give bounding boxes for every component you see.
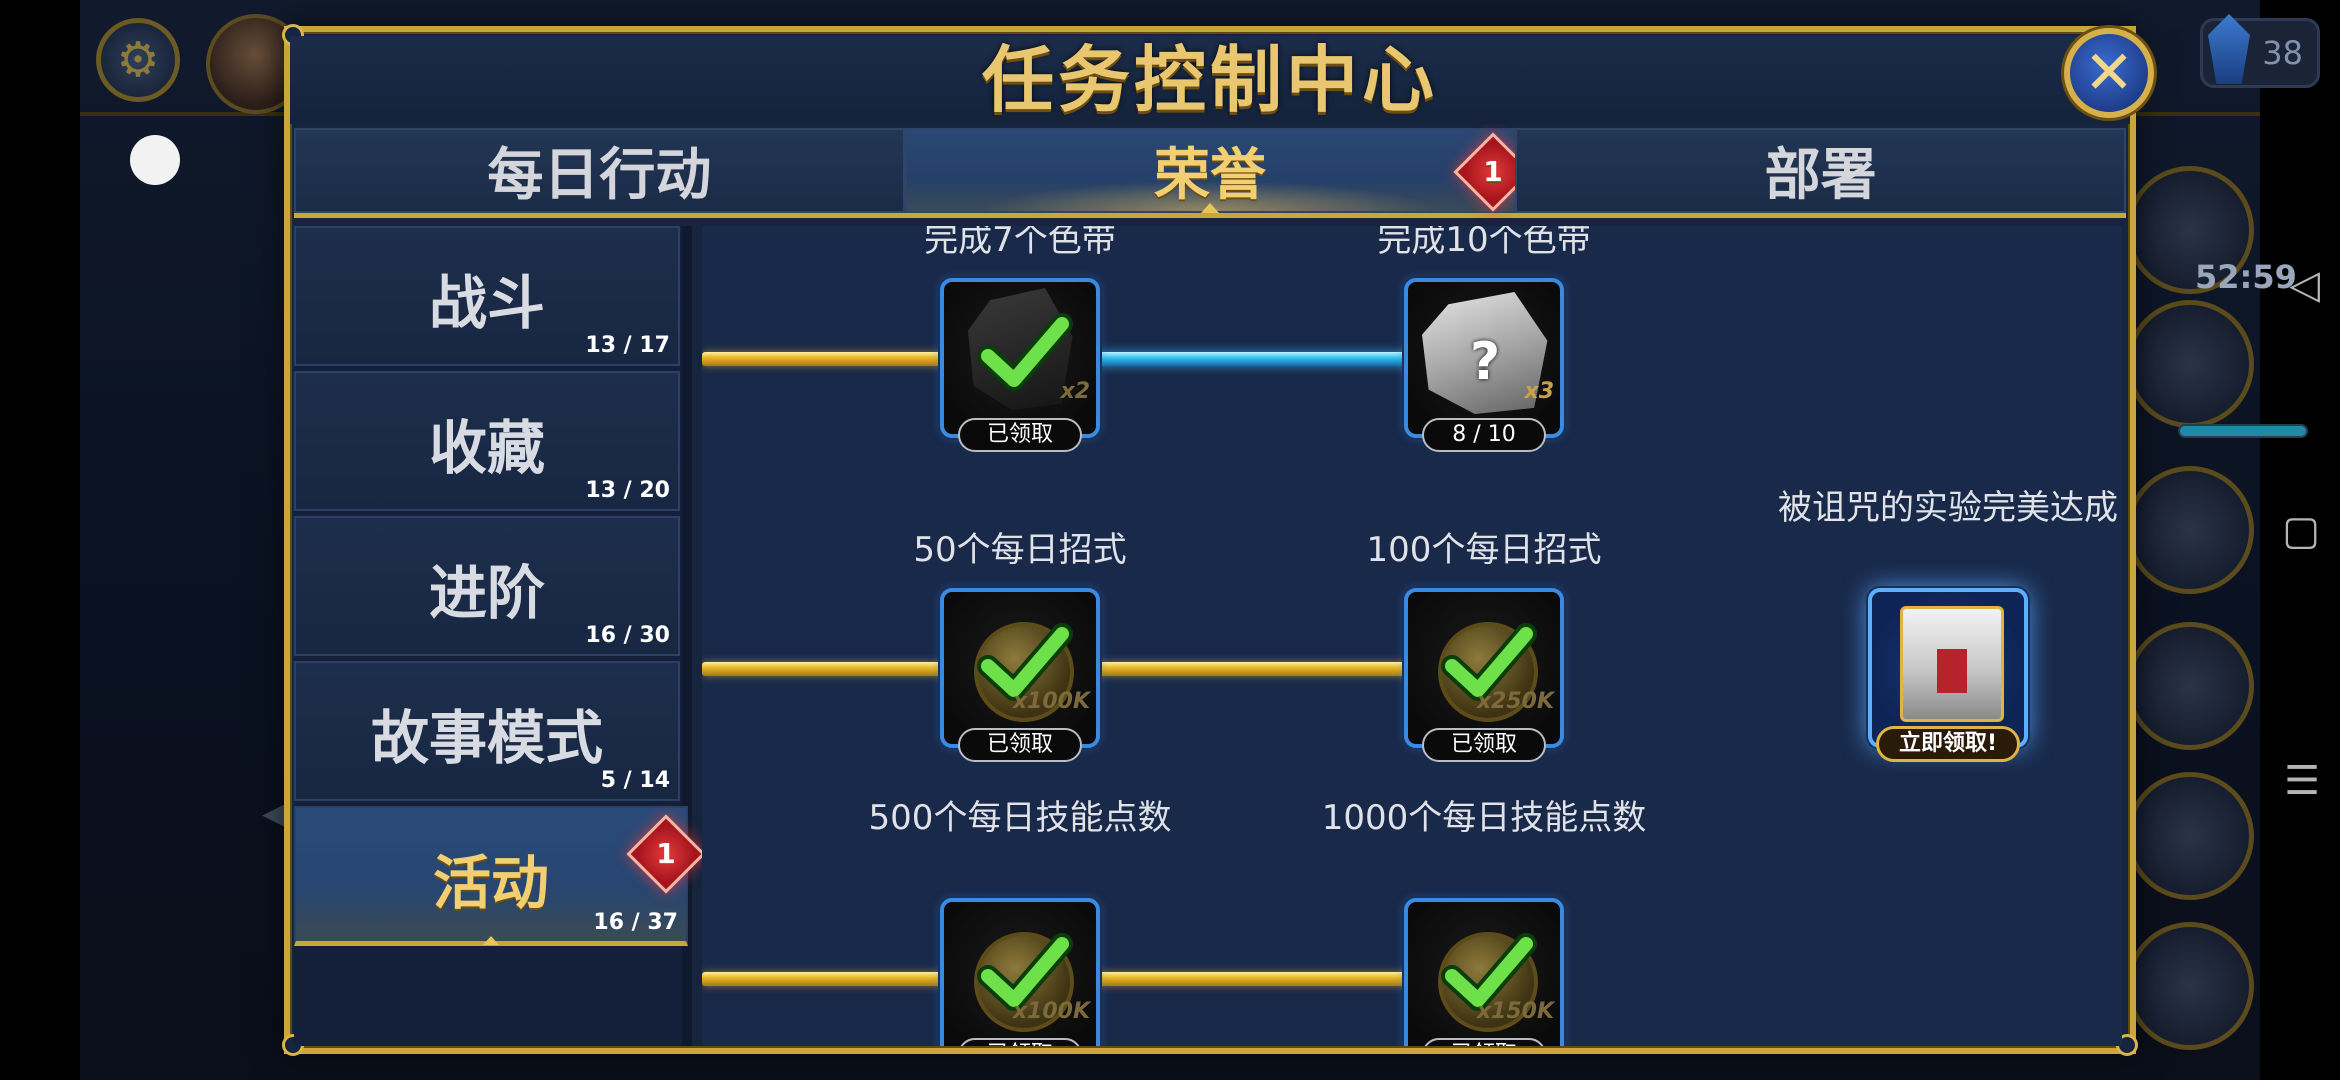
shield-icon[interactable] xyxy=(2126,922,2254,1050)
claim-now-button[interactable]: 立即领取! xyxy=(1876,726,2020,762)
reward-title: 完成10个色带 xyxy=(1377,226,1591,260)
reward-title: 完成7个色带 xyxy=(924,226,1116,260)
checkmark-icon xyxy=(977,313,1073,391)
question-mark-icon: ? xyxy=(1470,332,1501,392)
progress-track-gold xyxy=(702,662,942,676)
reward-status: 已领取 xyxy=(958,1038,1082,1046)
close-button[interactable]: ✕ xyxy=(2064,28,2154,118)
gem-count: 38 xyxy=(2262,34,2303,72)
reward-title: 500个每日技能点数 xyxy=(868,798,1172,838)
reward-multiplier: x100K xyxy=(1012,689,1090,714)
category-progress: 13 / 20 xyxy=(585,478,670,503)
reward-multiplier: x150K xyxy=(1476,999,1554,1024)
category-label: 活动 xyxy=(432,849,549,917)
nav-menu-icon[interactable]: ☰ xyxy=(2284,758,2320,804)
side-character-portrait-3[interactable] xyxy=(2126,466,2254,594)
reward-status: 已领取 xyxy=(958,728,1082,762)
tab-deploy[interactable]: 部署 xyxy=(1515,128,2127,213)
category-label: 战斗 xyxy=(428,269,545,337)
category-progress: 16 / 37 xyxy=(593,910,678,935)
progress-track-gold xyxy=(702,972,942,986)
category-progress: 16 / 30 xyxy=(585,623,670,648)
category-advancement[interactable]: 进阶 16 / 30 xyxy=(294,516,680,656)
category-label: 收藏 xyxy=(428,414,545,482)
dialog-title: 任务控制中心 xyxy=(290,36,2130,124)
side-character-portrait-2[interactable] xyxy=(2126,300,2254,428)
close-icon: ✕ xyxy=(2083,38,2135,108)
event-timer: 52:59 xyxy=(2195,258,2297,296)
category-sidebar: 战斗 13 / 17 收藏 13 / 20 进阶 16 / 30 故事模式 5 … xyxy=(294,226,706,1046)
category-label: 故事模式 xyxy=(370,704,603,772)
category-label: 进阶 xyxy=(428,559,545,627)
mission-control-dialog: 任务控制中心 ✕ 每日行动 荣誉 1 部署 战斗 13 / 17 收藏 13 /… xyxy=(282,24,2154,1056)
screen-bezel-left xyxy=(0,0,80,1080)
tab-honor[interactable]: 荣誉 1 xyxy=(904,128,1533,213)
achievement-track-area[interactable]: 完成7个色带 x2 已领取 完成10个色带 ? x3 8 / 10 50个每日招… xyxy=(702,226,2122,1046)
chest-icon xyxy=(1900,606,2004,722)
progress-track-gold xyxy=(702,352,942,366)
vault-icon[interactable] xyxy=(2126,622,2254,750)
category-battle[interactable]: 战斗 13 / 17 xyxy=(294,226,680,366)
reward-box: x100K xyxy=(940,588,1100,748)
reward-title: 50个每日招式 xyxy=(913,530,1127,570)
settings-gear-icon[interactable]: ⚙ xyxy=(96,18,180,102)
progress-track-gold xyxy=(1098,972,1414,986)
reward-box: x150K xyxy=(1404,898,1564,1046)
reward-title: 100个每日招式 xyxy=(1366,530,1602,570)
reward-box: x100K xyxy=(940,898,1100,1046)
category-collection[interactable]: 收藏 13 / 20 xyxy=(294,371,680,511)
floating-assist-dot[interactable] xyxy=(130,135,180,185)
category-events[interactable]: 活动 16 / 37 1 xyxy=(294,806,706,946)
nav-back-icon[interactable]: ◁ xyxy=(2289,262,2320,308)
side-progress-bar xyxy=(2178,424,2308,438)
reward-multiplier: x2 xyxy=(1060,379,1091,404)
category-progress: 5 / 14 xyxy=(600,768,670,793)
reward-progress: 8 / 10 xyxy=(1422,418,1546,452)
reward-status: 已领取 xyxy=(958,418,1082,452)
reward-box: x2 xyxy=(940,278,1100,438)
reward-multiplier: x250K xyxy=(1476,689,1554,714)
reward-title: 1000个每日技能点数 xyxy=(1321,798,1647,838)
tab-label: 荣誉 xyxy=(1154,143,1266,208)
progress-track-gold xyxy=(1098,662,1414,676)
tab-bar: 每日行动 荣誉 1 部署 xyxy=(294,128,2127,218)
bag-icon[interactable] xyxy=(2126,772,2254,900)
reward-status: 已领取 xyxy=(1422,1038,1546,1046)
reward-box xyxy=(1868,588,2028,748)
category-progress: 13 / 17 xyxy=(585,333,670,358)
reward-multiplier: x3 xyxy=(1524,379,1555,404)
reward-status: 已领取 xyxy=(1422,728,1546,762)
progress-track-active xyxy=(1098,352,1414,366)
nav-home-icon[interactable]: ▢ xyxy=(2282,508,2320,554)
reward-box: x250K xyxy=(1404,588,1564,748)
reward-title: 被诅咒的实验完美达成 xyxy=(1778,488,2118,528)
reward-box: ? x3 xyxy=(1404,278,1564,438)
tab-label: 部署 xyxy=(1764,143,1877,208)
category-story-mode[interactable]: 故事模式 5 / 14 xyxy=(294,661,680,801)
tab-daily-actions[interactable]: 每日行动 xyxy=(294,128,905,213)
tab-label: 每日行动 xyxy=(487,143,712,208)
reward-multiplier: x100K xyxy=(1012,999,1090,1024)
